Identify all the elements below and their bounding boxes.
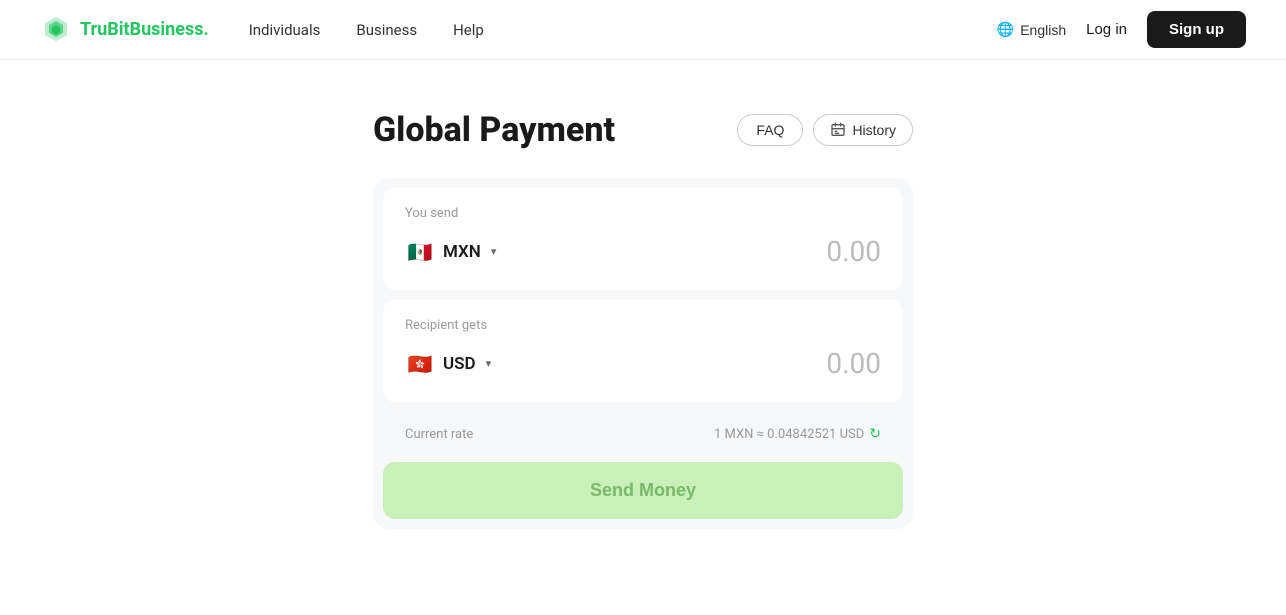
receive-amount[interactable]: 0.00 <box>826 347 881 380</box>
refresh-icon[interactable]: ↻ <box>869 426 881 442</box>
nav-link-help[interactable]: Help <box>453 21 484 39</box>
receive-currency-row: 🇭🇰 USD ▾ 0.00 <box>405 347 881 380</box>
logo-text: TruBitBusiness. <box>80 19 209 40</box>
receive-section: Recipient gets 🇭🇰 USD ▾ 0.00 <box>383 300 903 402</box>
language-button[interactable]: 🌐 English <box>997 21 1066 38</box>
page-title-row: Global Payment FAQ History <box>373 110 913 150</box>
page-title: Global Payment <box>373 110 697 150</box>
nav-link-business[interactable]: Business <box>356 21 417 39</box>
rate-value: 1 MXN ≈ 0.04842521 USD ↻ <box>714 426 881 442</box>
navbar: TruBitBusiness. Individuals Business Hel… <box>0 0 1286 60</box>
language-label: English <box>1020 22 1066 38</box>
send-currency-select[interactable]: 🇲🇽 MXN ▾ <box>405 237 496 267</box>
receive-currency-select[interactable]: 🇭🇰 USD ▾ <box>405 349 491 379</box>
send-amount[interactable]: 0.00 <box>826 235 881 268</box>
rate-label: Current rate <box>405 427 473 442</box>
logo-icon <box>40 14 72 46</box>
payment-card: You send 🇲🇽 MXN ▾ 0.00 Recipient gets 🇭🇰 <box>373 178 913 529</box>
faq-button[interactable]: FAQ <box>737 114 803 146</box>
send-flag: 🇲🇽 <box>405 237 435 267</box>
receive-flag: 🇭🇰 <box>405 349 435 379</box>
nav-link-individuals[interactable]: Individuals <box>249 21 321 39</box>
globe-icon: 🌐 <box>997 21 1014 38</box>
receive-currency-code: USD <box>443 354 476 374</box>
receive-label: Recipient gets <box>405 318 881 333</box>
receive-chevron-icon: ▾ <box>486 357 492 370</box>
send-currency-row: 🇲🇽 MXN ▾ 0.00 <box>405 235 881 268</box>
send-section: You send 🇲🇽 MXN ▾ 0.00 <box>383 188 903 290</box>
title-actions: FAQ History <box>737 114 913 146</box>
logo: TruBitBusiness. <box>40 14 209 46</box>
nav-right: 🌐 English Log in Sign up <box>997 11 1246 48</box>
send-money-button[interactable]: Send Money <box>383 462 903 519</box>
history-label: History <box>852 122 896 138</box>
rate-text: 1 MXN ≈ 0.04842521 USD <box>714 427 864 442</box>
login-button[interactable]: Log in <box>1086 21 1127 38</box>
history-button[interactable]: History <box>813 114 913 146</box>
send-currency-code: MXN <box>443 242 481 262</box>
send-chevron-icon: ▾ <box>491 245 497 258</box>
history-icon <box>830 122 846 138</box>
main-content: Global Payment FAQ History You send <box>0 60 1286 529</box>
send-label: You send <box>405 206 881 221</box>
nav-links: Individuals Business Help <box>249 21 484 39</box>
nav-left: TruBitBusiness. Individuals Business Hel… <box>40 14 484 46</box>
signup-button[interactable]: Sign up <box>1147 11 1246 48</box>
rate-section: Current rate 1 MXN ≈ 0.04842521 USD ↻ <box>383 412 903 456</box>
